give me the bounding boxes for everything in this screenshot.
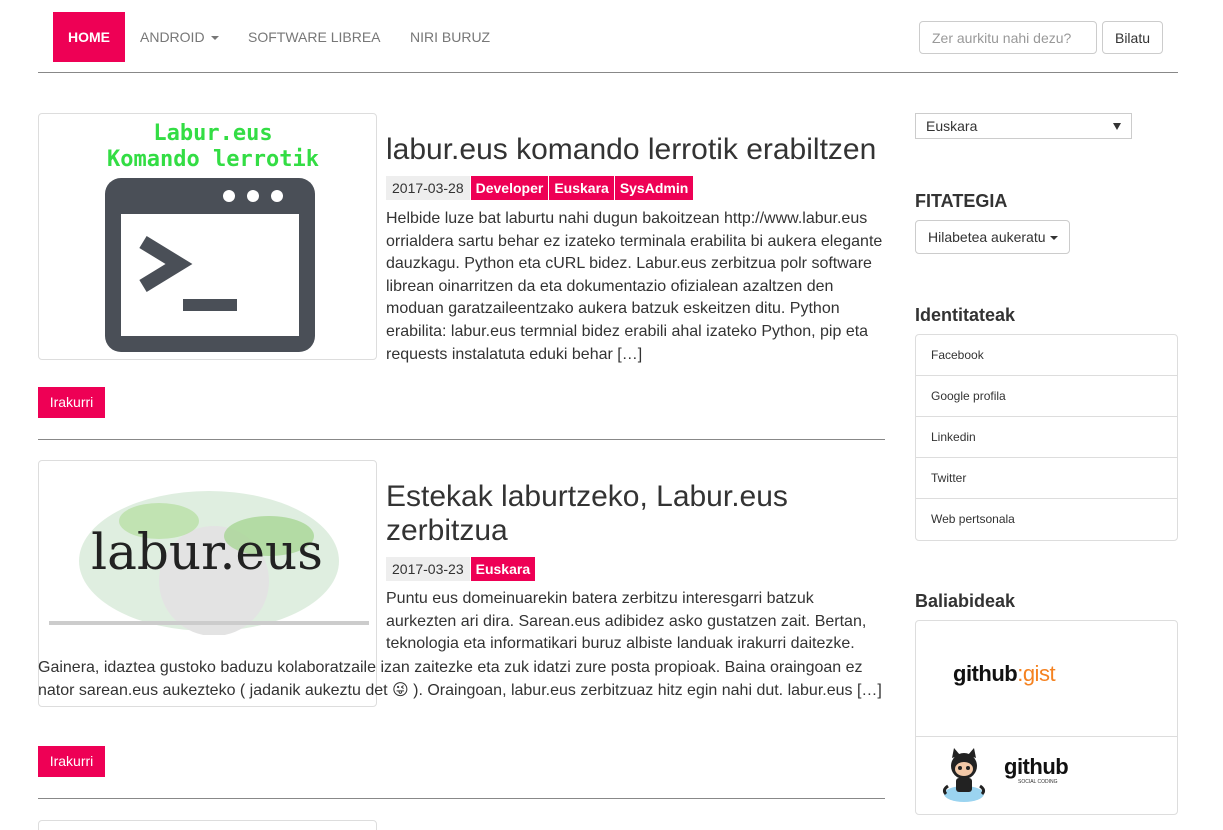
language-select-value: Euskara xyxy=(926,118,978,134)
labur-logo-image: labur.eus xyxy=(49,491,369,636)
resources-separator xyxy=(916,736,1177,737)
read-more-button[interactable]: Irakurri xyxy=(38,387,105,418)
identity-website[interactable]: Web pertsonala xyxy=(916,499,1177,540)
post-3-thumbnail[interactable] xyxy=(38,820,377,830)
chevron-down-icon xyxy=(1049,236,1058,241)
navbar: HOME ANDROID SOFTWARE LIBREA NIRI BURUZ … xyxy=(38,12,1178,73)
search-input[interactable] xyxy=(919,21,1097,54)
month-select-label: Hilabetea aukeratu xyxy=(928,229,1046,245)
thumb-logo-text: labur.eus xyxy=(91,523,323,581)
identity-twitter[interactable]: Twitter xyxy=(916,458,1177,499)
github-logo[interactable]: github SOCIAL CODING xyxy=(938,746,1158,806)
resources-box: github:gist github SOCIAL CODING xyxy=(915,620,1178,815)
post-1-meta: 2017-03-28 Developer Euskara SysAdmin xyxy=(386,176,694,200)
nav-home[interactable]: HOME xyxy=(53,12,125,62)
post-date: 2017-03-23 xyxy=(386,557,470,581)
language-select[interactable]: Euskara xyxy=(915,113,1132,139)
tag-euskara[interactable]: Euskara xyxy=(549,176,614,200)
tag-developer[interactable]: Developer xyxy=(470,176,549,200)
identity-linkedin[interactable]: Linkedin xyxy=(916,417,1177,458)
nav-android[interactable]: ANDROID xyxy=(140,12,219,62)
github-gist-logo[interactable]: github:gist xyxy=(953,661,1056,687)
terminal-icon: Labur.eus Komando lerrotik xyxy=(105,121,319,352)
nav-software-librea[interactable]: SOFTWARE LIBREA xyxy=(248,12,381,62)
github-gist-logo-text: github:gist xyxy=(953,661,1056,686)
octocat-icon xyxy=(942,748,986,802)
thumb-line-2: Komando lerrotik xyxy=(107,147,319,172)
post-date: 2017-03-28 xyxy=(386,176,470,200)
chevron-down-icon xyxy=(210,36,219,41)
dropdown-arrow-icon xyxy=(1113,123,1121,130)
post-2-meta: 2017-03-23 Euskara xyxy=(386,557,536,581)
post-1-title[interactable]: labur.eus komando lerrotik erabiltzen xyxy=(386,133,886,167)
identity-google[interactable]: Google profila xyxy=(916,376,1177,417)
post-1-thumbnail[interactable]: Labur.eus Komando lerrotik xyxy=(38,113,377,360)
divider xyxy=(38,439,885,440)
read-more-button[interactable]: Irakurri xyxy=(38,746,105,777)
nav-android-label: ANDROID xyxy=(140,29,205,45)
nav-niri-buruz[interactable]: NIRI BURUZ xyxy=(410,12,490,62)
tag-sysadmin[interactable]: SysAdmin xyxy=(614,176,694,200)
github-logo-subtext: SOCIAL CODING xyxy=(1018,779,1058,785)
post-1-excerpt: Helbide luze bat laburtu nahi dugun bako… xyxy=(386,210,883,363)
identities-heading: Identitateak xyxy=(915,305,1016,325)
search-button[interactable]: Bilatu xyxy=(1102,21,1163,54)
github-logo-text: github xyxy=(1004,754,1069,779)
resources-heading: Baliabideak xyxy=(915,591,1016,611)
thumb-line-1: Labur.eus xyxy=(153,121,272,146)
identity-facebook[interactable]: Facebook xyxy=(916,335,1177,376)
identities-list: Facebook Google profila Linkedin Twitter… xyxy=(915,334,1178,541)
month-select-button[interactable]: Hilabetea aukeratu xyxy=(915,220,1070,254)
divider xyxy=(38,798,885,799)
post-2-excerpt-bottom: Gainera, idaztea gustoko baduzu kolabora… xyxy=(38,659,882,699)
post-2-excerpt-top: Puntu eus domeinuarekin batera zerbitzu … xyxy=(386,590,867,653)
post-2-title[interactable]: Estekak laburtzeko, Labur.eus zerbitzua xyxy=(386,480,856,548)
archive-heading: FITATEGIA xyxy=(915,191,1008,211)
tag-euskara[interactable]: Euskara xyxy=(470,557,536,581)
